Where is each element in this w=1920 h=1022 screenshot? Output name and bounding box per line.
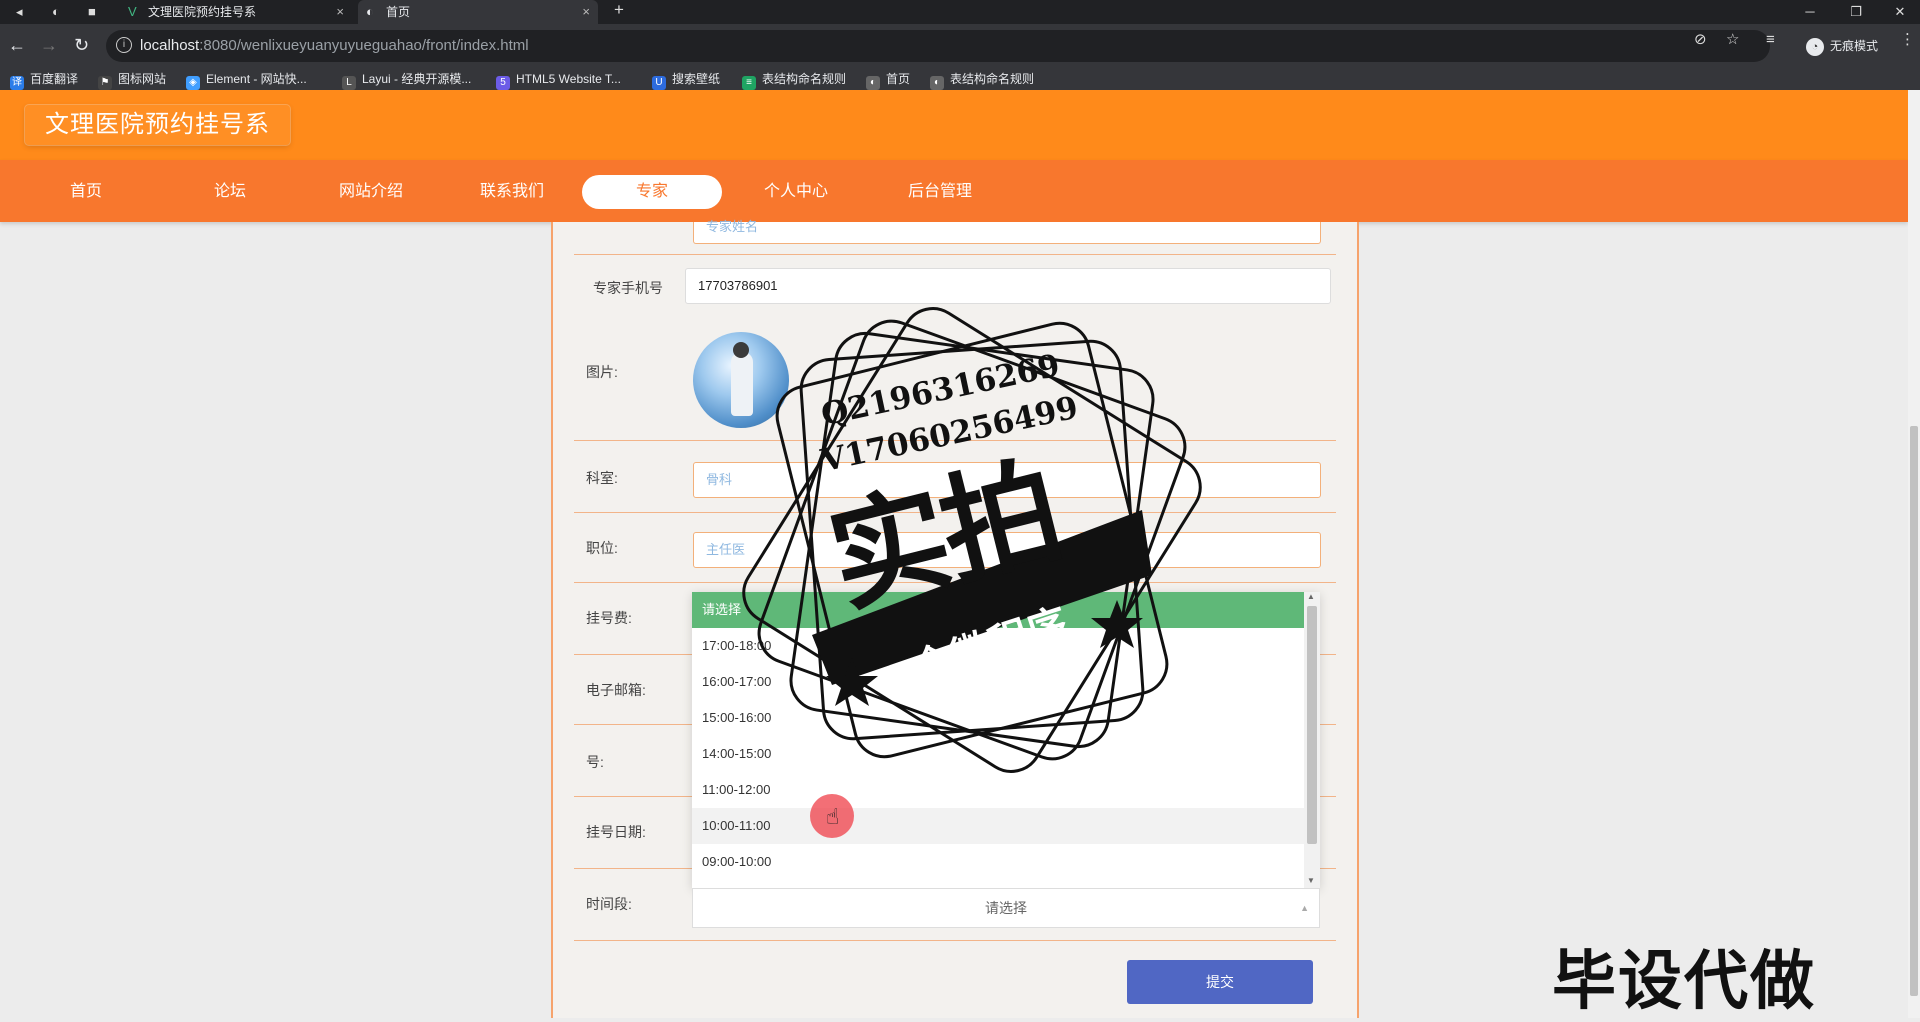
page-scrollbar[interactable]: [1908, 90, 1920, 1018]
layui-icon: L: [342, 76, 356, 90]
bookmark-label: 表结构命名规则: [762, 72, 847, 86]
dropdown-scrollbar[interactable]: ▲ ▼: [1304, 592, 1320, 888]
nav-about[interactable]: 网站介绍: [301, 175, 441, 209]
bookmark-item[interactable]: ◐ 表结构命名规则: [930, 70, 1035, 90]
incognito-label: 无痕模式: [1829, 39, 1878, 53]
bookmark-item[interactable]: 5 HTML5 Website T...: [496, 70, 621, 90]
tab-title: 文理医院预约挂号系: [148, 5, 257, 19]
scroll-up-icon[interactable]: ▲: [1307, 592, 1315, 601]
site-header: 文理医院预约挂号系: [0, 90, 1908, 160]
nav-profile[interactable]: 个人中心: [726, 175, 866, 209]
sheet-icon: ≡: [742, 76, 756, 90]
mute-icon[interactable]: ◂: [16, 3, 23, 21]
site-brand[interactable]: 文理医院预约挂号系: [25, 105, 290, 145]
nav-forum[interactable]: 论坛: [160, 175, 300, 209]
phone-label: 专家手机号: [593, 280, 663, 296]
fee-label: 挂号费:: [586, 610, 632, 626]
bookmark-label: HTML5 Website T...: [516, 72, 621, 86]
menu-icon[interactable]: ⋮: [1900, 30, 1915, 50]
eye-off-icon[interactable]: ⊘: [1694, 30, 1707, 50]
close-window-button[interactable]: ✕: [1880, 0, 1920, 24]
nav-admin[interactable]: 后台管理: [870, 175, 1010, 209]
date-label: 挂号日期:: [586, 824, 646, 840]
time-slot-option[interactable]: 10:00-11:00: [692, 808, 1304, 844]
bookmark-label: Element - 网站快...: [206, 72, 307, 86]
hand-cursor-icon: ☝: [826, 804, 840, 829]
info-icon[interactable]: i: [116, 37, 132, 53]
globe-icon: ◐: [866, 76, 880, 90]
bookmark-item[interactable]: ◈ Element - 网站快...: [186, 70, 307, 90]
translate-icon: 译: [10, 76, 24, 90]
page-scrollbar-thumb[interactable]: [1910, 426, 1918, 996]
email-label: 电子邮箱:: [586, 682, 646, 698]
tab-close-button[interactable]: ×: [582, 0, 590, 24]
scrollbar-thumb[interactable]: [1307, 606, 1317, 844]
time-slot-select[interactable]: 请选择 ▲: [692, 888, 1320, 928]
time-slot-label: 时间段:: [586, 896, 632, 912]
vue-icon: V: [128, 4, 137, 19]
incognito-icon: ◔: [1805, 37, 1824, 56]
caret-up-icon: ▲: [1300, 903, 1309, 913]
number-label: 号:: [586, 754, 604, 770]
browser-toolbar: ← → ↻ i localhost:8080/wenlixueyuanyuyue…: [0, 24, 1920, 68]
bookmark-item[interactable]: ⚑ 图标网站: [98, 70, 167, 90]
reload-icon[interactable]: ↻: [74, 34, 89, 56]
bookmark-item[interactable]: ◐ 首页: [866, 70, 911, 90]
submit-button[interactable]: 提交: [1127, 960, 1313, 1004]
nav-home[interactable]: 首页: [16, 175, 156, 209]
expert-name-field[interactable]: 专家姓名: [693, 220, 1321, 244]
globe-icon: ◐: [930, 76, 944, 90]
tab-close-button[interactable]: ×: [336, 0, 344, 24]
html5-icon: 5: [496, 76, 510, 90]
nav-experts[interactable]: 专家: [582, 175, 722, 209]
incognito-indicator[interactable]: ◔ 无痕模式: [1805, 37, 1878, 56]
bookmarks-bar: 译百度翻译 ⚑ 图标网站 ◈ Element - 网站快... L Layui - 经…: [0, 68, 1920, 90]
bookmark-label: 表结构命名规则: [950, 72, 1035, 86]
divider: [574, 940, 1336, 941]
main-nav: 首页 论坛 网站介绍 联系我们 专家 个人中心 后台管理: [0, 160, 1908, 222]
globe-icon[interactable]: ◐: [52, 3, 60, 21]
globe-icon: ◐: [366, 4, 374, 19]
department-label: 科室:: [586, 470, 618, 486]
browser-tabbar: ◂ ◐ ■ V 文理医院预约挂号系 × ◐ 首页 × + ─ ❐ ✕: [0, 0, 1920, 24]
back-icon[interactable]: ←: [8, 34, 26, 56]
wallpaper-icon: U: [652, 76, 666, 90]
nav-contact[interactable]: 联系我们: [442, 175, 582, 209]
bookmark-item[interactable]: ≡ 表结构命名规则: [742, 70, 847, 90]
position-label: 职位:: [586, 540, 618, 556]
select-placeholder: 请选择: [985, 900, 1027, 916]
bookmark-label: 首页: [886, 72, 911, 86]
url-path: :8080/wenlixueyuanyuyueguahao/front/inde…: [199, 37, 529, 54]
reading-list-icon[interactable]: ≡: [1766, 30, 1775, 50]
window-icon[interactable]: ■: [88, 3, 96, 21]
scroll-down-icon[interactable]: ▼: [1307, 876, 1315, 885]
star-icon[interactable]: ☆: [1726, 30, 1739, 50]
tab-hospital[interactable]: V 文理医院预约挂号系 ×: [120, 0, 352, 24]
bookmark-label: 搜索壁纸: [672, 72, 721, 86]
bookmark-label: 百度翻译: [30, 72, 79, 86]
tab-title: 首页: [386, 5, 411, 19]
time-slot-option[interactable]: 09:00-10:00: [692, 844, 1304, 880]
bookmark-label: 图标网站: [118, 72, 167, 86]
restore-button[interactable]: ❐: [1836, 0, 1876, 24]
flag-icon: ⚑: [98, 76, 112, 90]
address-bar[interactable]: i localhost:8080/wenlixueyuanyuyueguahao…: [106, 30, 1770, 62]
image-label: 图片:: [586, 364, 618, 380]
element-icon: ◈: [186, 76, 200, 90]
url-host: localhost: [140, 37, 200, 54]
tab-home[interactable]: ◐ 首页 ×: [358, 0, 598, 24]
url-text[interactable]: localhost:8080/wenlixueyuanyuyueguahao/f…: [140, 37, 529, 54]
bookmark-label: Layui - 经典开源模...: [362, 72, 472, 86]
new-tab-button[interactable]: +: [614, 1, 624, 19]
forward-icon[interactable]: →: [40, 34, 58, 56]
bookmark-item[interactable]: U 搜索壁纸: [652, 70, 721, 90]
bookmark-item[interactable]: 译百度翻译: [10, 70, 79, 90]
minimize-button[interactable]: ─: [1790, 0, 1830, 24]
watermark-corner-text: 毕设代做: [1552, 945, 1816, 1019]
bookmark-item[interactable]: L Layui - 经典开源模...: [342, 70, 472, 90]
divider: [574, 254, 1336, 255]
